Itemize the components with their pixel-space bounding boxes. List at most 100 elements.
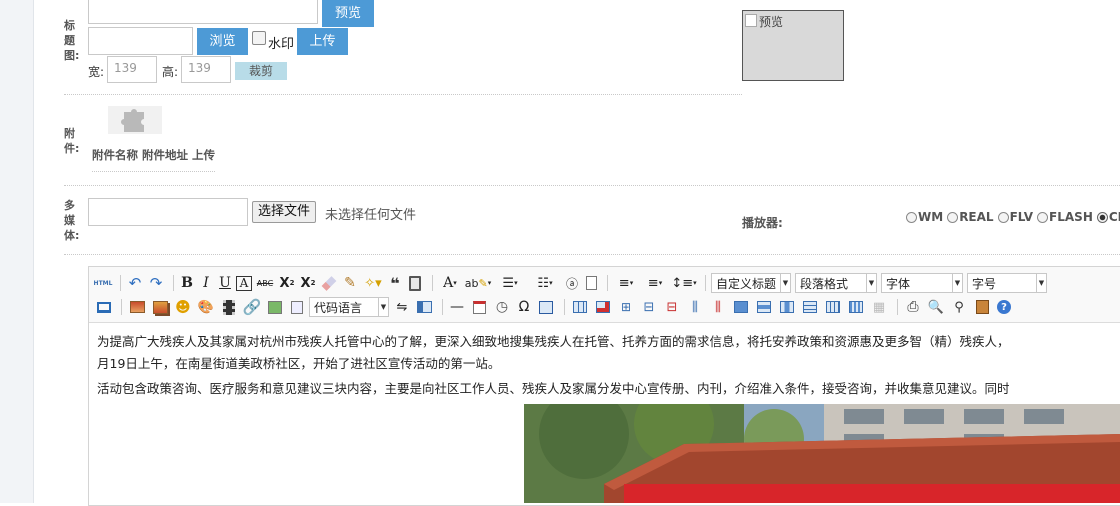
strikethrough-icon[interactable]: ABC	[255, 273, 275, 293]
content-paragraph-2-line-1[interactable]: 活动包含政策咨询、医疗服务和意见建议三块内容，主要是向社区工作人员、残疾人及家属…	[97, 378, 1010, 400]
watermark-checkbox[interactable]	[252, 31, 266, 45]
custom-heading-select[interactable]: 自定义标题 ▼	[711, 273, 791, 293]
format-brush-icon[interactable]: ✎	[341, 273, 359, 293]
title-image-path-input[interactable]	[88, 0, 318, 24]
insert-table-icon[interactable]	[570, 297, 590, 317]
upload-button[interactable]: 上传	[297, 28, 348, 55]
eraser-icon[interactable]	[320, 273, 338, 293]
crop-button[interactable]: 裁剪	[235, 62, 287, 80]
subscript-icon[interactable]: X2	[299, 273, 317, 293]
player-radio-wm[interactable]: WM	[906, 210, 943, 224]
insert-date-icon[interactable]	[469, 297, 489, 317]
paragraph-format-select[interactable]: 段落格式 ▼	[795, 273, 877, 293]
row-spacing-top-icon[interactable]: ≡ ▾	[613, 273, 639, 293]
chart-icon[interactable]: ▦	[869, 297, 889, 317]
bold-icon[interactable]: B	[179, 273, 195, 293]
eraser-shape-icon	[321, 275, 337, 291]
delete-row-icon[interactable]: ⊟	[662, 297, 682, 317]
auto-typeset-icon[interactable]: ⓐ	[564, 273, 580, 293]
help-icon[interactable]: ?	[995, 297, 1013, 317]
underline-icon[interactable]: U	[217, 273, 233, 293]
choose-file-button[interactable]: 选择文件	[252, 201, 317, 223]
watermark-label: 水印	[268, 37, 295, 52]
player-option-label: REAL	[959, 210, 994, 224]
multimedia-path-input[interactable]	[88, 198, 248, 226]
merge-cells-icon[interactable]	[731, 297, 751, 317]
redo-icon[interactable]: ↷	[147, 273, 165, 293]
dropdown-arrow-icon: ▼	[952, 274, 962, 292]
print-icon[interactable]: ⎙	[903, 297, 923, 317]
split-cells-icon[interactable]	[800, 297, 820, 317]
height-input[interactable]: 139	[181, 56, 231, 83]
code-language-select[interactable]: 代码语言 ▼	[309, 297, 389, 317]
insert-video-icon[interactable]	[219, 297, 239, 317]
content-paragraph-1-line-1[interactable]: 为提高广大残疾人及其家属对杭州市残疾人托管中心的了解，更深入细致地搜集残疾人在托…	[97, 331, 1010, 353]
special-chars-icon[interactable]: Ω	[515, 297, 533, 317]
background-color-icon[interactable]: ab ✎ ▾	[465, 273, 491, 293]
unordered-list-icon[interactable]: ☷ ▾	[529, 273, 561, 293]
draft-shape-icon	[975, 300, 989, 314]
font-border-icon[interactable]: A	[236, 275, 252, 291]
insert-image-icon[interactable]	[127, 297, 147, 317]
template-icon[interactable]	[414, 297, 434, 317]
dropdown-arrow-icon: ▼	[866, 274, 876, 292]
attachment-header-underline	[92, 171, 215, 172]
merge-right-icon[interactable]	[754, 297, 774, 317]
superscript-icon[interactable]: X2	[278, 273, 296, 293]
italic-icon[interactable]: I	[198, 273, 214, 293]
player-option-label: CK	[1108, 210, 1120, 224]
title-image-file-input[interactable]	[88, 27, 193, 55]
preview-button[interactable]: 预览	[322, 0, 374, 27]
horizontal-rule-icon[interactable]: —	[448, 297, 466, 317]
insert-row-icon[interactable]: ⊟	[639, 297, 659, 317]
split-rows-icon[interactable]	[823, 297, 843, 317]
font-family-select[interactable]: 字体 ▼	[881, 273, 963, 293]
insert-time-icon[interactable]: ◷	[492, 297, 512, 317]
player-radio-real[interactable]: REAL	[947, 210, 994, 224]
player-radio-flash[interactable]: FLASH	[1037, 210, 1093, 224]
multi-image-icon[interactable]	[150, 297, 170, 317]
html-source-button[interactable]: HTML	[94, 273, 113, 293]
split-cols-icon[interactable]	[846, 297, 866, 317]
content-photo[interactable]	[524, 404, 1120, 503]
attachment-table-header: 附件名称 附件地址 上传	[92, 148, 216, 162]
browse-button[interactable]: 浏览	[197, 28, 248, 55]
insert-col-icon[interactable]: ⫼	[685, 297, 705, 317]
font-color-icon[interactable]: A ▾	[438, 273, 462, 293]
magic-wand-icon[interactable]: ✧▾	[362, 273, 384, 293]
player-radio-flv[interactable]: FLV	[997, 210, 1033, 224]
font-size-select[interactable]: 字号 ▼	[967, 273, 1047, 293]
width-input[interactable]: 139	[107, 56, 157, 83]
emotion-icon[interactable]: ☻	[173, 297, 193, 317]
search-replace-icon[interactable]: ⚲	[949, 297, 969, 317]
dropdown-arrow-icon: ▼	[378, 298, 388, 316]
insert-code-icon[interactable]	[288, 297, 306, 317]
directionality-icon[interactable]	[95, 297, 113, 317]
delete-col-icon[interactable]: ⫼	[708, 297, 728, 317]
word-image-icon[interactable]	[536, 297, 556, 317]
player-radio-ck[interactable]: CK	[1096, 210, 1120, 224]
player-label: 播放器:	[742, 216, 783, 230]
drafts-icon[interactable]	[972, 297, 992, 317]
attachment-icon[interactable]: 🔗	[242, 297, 262, 317]
radio-checked-icon	[1096, 211, 1108, 223]
merge-down-icon[interactable]	[777, 297, 797, 317]
delete-table-icon[interactable]	[593, 297, 613, 317]
scrawl-icon[interactable]: 🎨	[196, 297, 216, 317]
preview-icon[interactable]: 🔍	[926, 297, 946, 317]
clipboard-shape-icon	[409, 275, 421, 291]
content-paragraph-1-line-2[interactable]: 月19日上午，在南星街道美政桥社区，开始了进社区宣传活动的第一站。	[97, 353, 500, 375]
template-shape-icon	[416, 301, 432, 313]
insert-paragraph-before-table-icon[interactable]: ⊞	[616, 297, 636, 317]
clear-doc-icon[interactable]	[583, 273, 599, 293]
ordered-list-icon[interactable]: ☰ ▾	[494, 273, 526, 293]
title-image-preview: 预览	[742, 10, 844, 81]
insert-frame-icon[interactable]	[265, 297, 285, 317]
row-spacing-bottom-icon[interactable]: ≡ ▾	[642, 273, 668, 293]
page-break-icon[interactable]: ⇋	[393, 297, 411, 317]
line-height-icon[interactable]: ↕≡ ▾	[671, 273, 697, 293]
toolbar-separator	[607, 275, 608, 291]
paste-plain-icon[interactable]	[406, 273, 424, 293]
blockquote-icon[interactable]: ❝	[387, 273, 403, 293]
undo-icon[interactable]: ↶	[126, 273, 144, 293]
